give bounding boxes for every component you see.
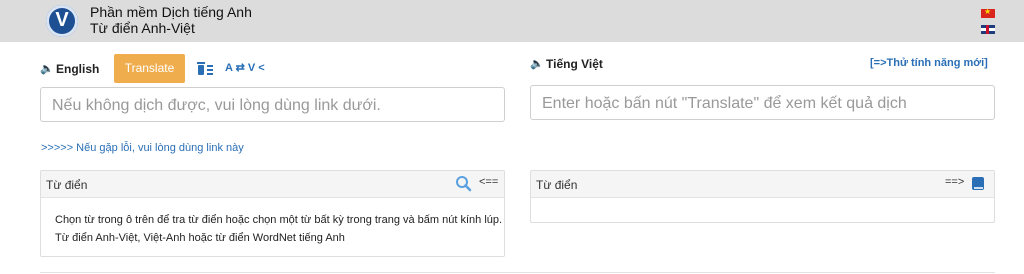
error-fallback-link[interactable]: >>>>> Nếu gặp lỗi, vui lòng dùng link nà… (41, 142, 244, 154)
panel-title: Từ điển (536, 178, 578, 192)
speaker-icon[interactable]: 🔈 (40, 62, 54, 75)
uk-flag-icon[interactable] (981, 25, 995, 34)
dictionary-instructions: Chọn từ trong ô trên để tra từ điển hoặc… (55, 214, 503, 244)
panel-header: Từ điển ==> (531, 171, 994, 198)
divider (40, 272, 995, 273)
search-icon[interactable] (455, 175, 472, 192)
translate-button[interactable]: Translate (114, 54, 185, 83)
dictionary-panel-right: Từ điển ==> (530, 170, 995, 223)
app-title: Phần mềm Dịch tiếng Anh (90, 4, 252, 20)
collapse-arrow-button[interactable]: <== (479, 176, 498, 188)
swap-language-button[interactable]: A ⇄ V < (225, 61, 265, 74)
app-header: V Phần mềm Dịch tiếng Anh Từ điển Anh-Vi… (0, 0, 1024, 42)
source-language-label: English (56, 62, 100, 76)
try-new-feature-link[interactable]: [=>Thử tính năng mới] (870, 57, 988, 69)
source-text-input[interactable]: Nếu không dịch được, vui lòng dùng link … (40, 87, 505, 122)
vietnam-flag-icon[interactable] (981, 7, 995, 18)
book-icon[interactable] (971, 176, 985, 191)
app-subtitle: Từ điển Anh-Việt (90, 20, 195, 36)
dictionary-panel-left: Từ điển <== Chọn từ trong ô trên để tra … (40, 170, 505, 257)
expand-arrow-button[interactable]: ==> (945, 176, 964, 188)
speaker-icon[interactable]: 🔈 (530, 57, 544, 70)
target-language-label: Tiếng Việt (546, 57, 603, 71)
panel-title: Từ điển (46, 178, 88, 192)
target-text-output[interactable]: Enter hoặc bấn nút "Translate" để xem kế… (530, 85, 995, 120)
logo-letter: V (55, 9, 69, 31)
panel-header: Từ điển <== (41, 171, 504, 198)
app-logo[interactable]: V (46, 5, 78, 37)
clear-icon[interactable] (196, 60, 214, 76)
